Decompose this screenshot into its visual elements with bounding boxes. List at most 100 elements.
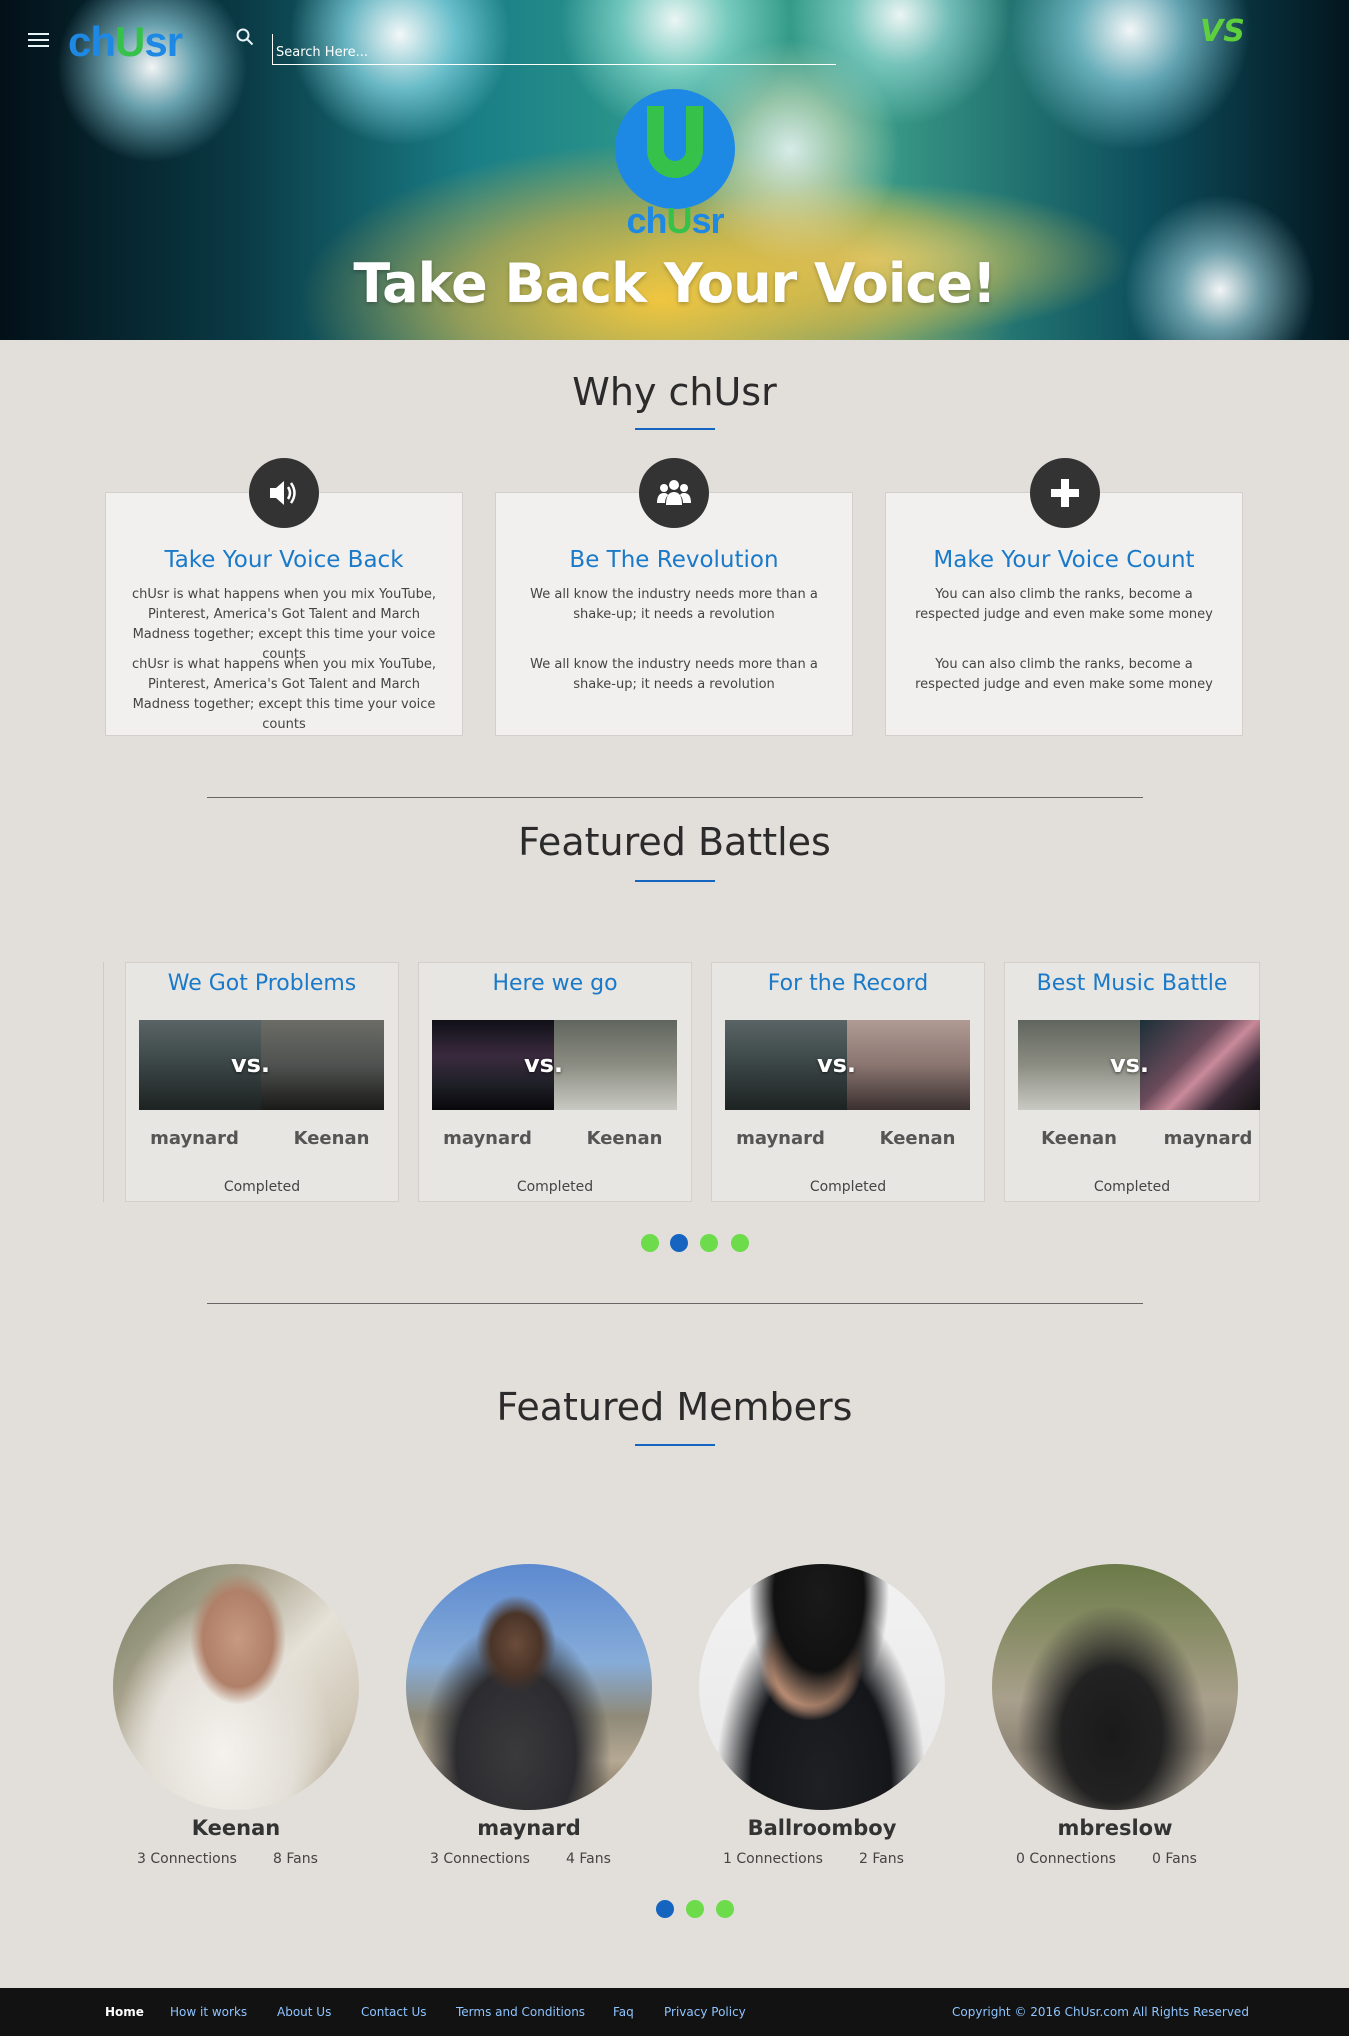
footer: Home How it works About Us Contact Us Te… [0, 1988, 1349, 2036]
battle-title[interactable]: Here we go [419, 971, 691, 996]
member-connections: 0 Connections [1016, 1851, 1116, 1867]
member-connections: 3 Connections [137, 1851, 237, 1867]
section-divider [207, 797, 1143, 798]
battle-thumb-right [1140, 1020, 1260, 1110]
footer-link-terms[interactable]: Terms and Conditions [456, 2005, 585, 2019]
hero-logo-part: ch [626, 200, 667, 241]
members-section-title: Featured Members [496, 1385, 853, 1429]
member-name[interactable]: Keenan [112, 1816, 360, 1840]
battle-right-name[interactable]: Keenan [556, 1128, 693, 1149]
battle-thumb-right [261, 1020, 384, 1110]
battles-pager-dot[interactable] [700, 1234, 718, 1252]
avatar[interactable] [113, 1564, 359, 1810]
carousel-edge [103, 962, 104, 1202]
footer-link-faq[interactable]: Faq [613, 2005, 634, 2019]
member-card[interactable]: Keenan 3 Connections 8 Fans [112, 1564, 362, 1874]
member-name[interactable]: maynard [405, 1816, 653, 1840]
why-section-title: Why chUsr [572, 370, 777, 414]
battles-pager-dot[interactable] [641, 1234, 659, 1252]
member-connections: 3 Connections [430, 1851, 530, 1867]
why-title-underline [635, 428, 715, 430]
plus-icon [1030, 458, 1100, 528]
members-pager-dot[interactable] [686, 1900, 704, 1918]
why-card-revolution: Be The Revolution We all know the indust… [495, 492, 853, 736]
why-card-text: chUsr is what happens when you mix YouTu… [132, 657, 436, 732]
member-fans: 2 Fans [859, 1851, 904, 1867]
vs-label: vs. [231, 1050, 271, 1078]
brand-logo-part: ch [68, 18, 116, 65]
battle-title[interactable]: For the Record [712, 971, 984, 996]
why-card-title: Make Your Voice Count [933, 547, 1195, 573]
battle-card[interactable]: Best Music Battle vs. Keenan maynard Com… [1004, 962, 1260, 1202]
avatar[interactable] [699, 1564, 945, 1810]
member-name[interactable]: mbreslow [991, 1816, 1239, 1840]
member-fans: 4 Fans [566, 1851, 611, 1867]
member-fans: 8 Fans [273, 1851, 318, 1867]
hero-logo-mark [615, 89, 735, 209]
battle-right-name[interactable]: Keenan [849, 1128, 986, 1149]
member-fans: 0 Fans [1152, 1851, 1197, 1867]
section-divider [207, 1303, 1143, 1304]
battle-title[interactable]: Best Music Battle [1005, 971, 1259, 996]
vs-logo[interactable]: VS [1200, 14, 1245, 49]
battle-right-name[interactable]: maynard [1139, 1128, 1277, 1149]
search-bar [236, 24, 856, 65]
battle-status: Completed [516, 1179, 594, 1195]
footer-link-home[interactable]: Home [105, 2005, 144, 2019]
battle-card[interactable]: For the Record vs. maynard Keenan Comple… [711, 962, 985, 1202]
hero-logo-word: chUsr [614, 200, 736, 242]
avatar[interactable] [992, 1564, 1238, 1810]
footer-link-how-it-works[interactable]: How it works [170, 2005, 247, 2019]
hero-logo-part: U [666, 200, 692, 241]
menu-icon[interactable] [28, 33, 49, 48]
member-connections: 1 Connections [723, 1851, 823, 1867]
hero-banner: chUsr VS chUsr Take Back Your Voice! [0, 0, 1349, 340]
battle-thumbnail[interactable]: vs. [139, 1020, 384, 1110]
battle-title[interactable]: We Got Problems [126, 971, 398, 996]
battle-thumbnail[interactable]: vs. [725, 1020, 970, 1110]
battle-left-name[interactable]: maynard [126, 1128, 263, 1149]
search-input[interactable] [272, 34, 836, 65]
battle-status: Completed [809, 1179, 887, 1195]
battle-status: Completed [1093, 1179, 1171, 1195]
vs-label: vs. [524, 1050, 564, 1078]
why-card-voice-back: Take Your Voice Back chUsr is what happe… [105, 492, 463, 736]
vs-label: vs. [1110, 1050, 1150, 1078]
member-name[interactable]: Ballroomboy [698, 1816, 946, 1840]
member-card[interactable]: maynard 3 Connections 4 Fans [405, 1564, 655, 1874]
hero-title: Take Back Your Voice! [353, 252, 996, 315]
battle-thumbnail[interactable]: vs. [432, 1020, 677, 1110]
battles-title-underline [635, 880, 715, 882]
hero-logo: chUsr [614, 88, 736, 258]
footer-link-about-us[interactable]: About Us [277, 2005, 331, 2019]
avatar[interactable] [406, 1564, 652, 1810]
group-icon [639, 458, 709, 528]
brand-logo-part: sr [144, 18, 183, 65]
member-card[interactable]: mbreslow 0 Connections 0 Fans [991, 1564, 1241, 1874]
footer-link-privacy[interactable]: Privacy Policy [664, 2005, 746, 2019]
battles-pager-dot-active[interactable] [670, 1234, 688, 1252]
why-card-title: Take Your Voice Back [164, 547, 404, 573]
vs-label: vs. [817, 1050, 857, 1078]
members-pager-dot[interactable] [716, 1900, 734, 1918]
why-card-text: We all know the industry needs more than… [530, 587, 818, 622]
battle-right-name[interactable]: Keenan [263, 1128, 400, 1149]
hero-logo-part: sr [691, 200, 724, 241]
why-card-text: chUsr is what happens when you mix YouTu… [132, 587, 436, 662]
battles-section-title: Featured Battles [518, 820, 831, 864]
battle-thumb-right [554, 1020, 677, 1110]
footer-link-contact-us[interactable]: Contact Us [361, 2005, 427, 2019]
search-icon[interactable] [236, 28, 254, 46]
brand-logo[interactable]: chUsr [68, 18, 183, 66]
battles-pager-dot[interactable] [731, 1234, 749, 1252]
members-pager-dot-active[interactable] [656, 1900, 674, 1918]
battle-left-name[interactable]: Keenan [1005, 1128, 1153, 1149]
member-card[interactable]: Ballroomboy 1 Connections 2 Fans [698, 1564, 948, 1874]
battle-left-name[interactable]: maynard [419, 1128, 556, 1149]
why-card-text: We all know the industry needs more than… [530, 657, 818, 692]
battle-left-name[interactable]: maynard [712, 1128, 849, 1149]
battle-card[interactable]: We Got Problems vs. maynard Keenan Compl… [125, 962, 399, 1202]
battle-thumbnail[interactable]: vs. [1018, 1020, 1260, 1110]
battle-card[interactable]: Here we go vs. maynard Keenan Completed [418, 962, 692, 1202]
members-title-underline [635, 1444, 715, 1446]
